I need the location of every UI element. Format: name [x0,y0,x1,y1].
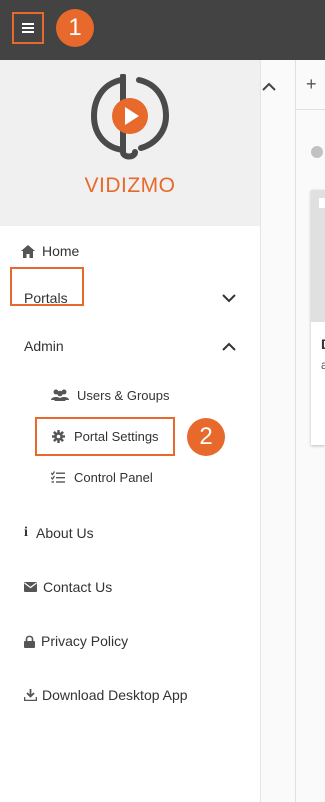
nav-label-home: Home [42,243,80,259]
top-bar: 1 [0,0,325,60]
nav-label-users-groups: Users & Groups [77,387,170,403]
card-checkbox[interactable] [319,198,325,208]
panel-divider [295,60,296,802]
card-subtitle: a [321,358,325,372]
card-thumbnail [311,190,325,322]
envelope-icon [24,582,37,592]
brand-name: VIDIZMO [84,174,176,197]
vidizmo-logo [91,74,169,160]
nav-item-about[interactable]: i About Us [22,524,282,542]
portal-settings-highlight-box [35,417,175,456]
add-button[interactable]: + [306,74,317,95]
logo-area: VIDIZMO [0,60,260,226]
nav-label-privacy: Privacy Policy [41,633,129,649]
nav-label-contact: Contact Us [43,579,113,595]
chevron-down-icon [222,294,236,303]
nav-label-admin: Admin [24,338,64,354]
download-icon [24,689,37,701]
nav-label-about: About Us [36,525,94,541]
step-callout-1: 1 [56,9,94,47]
nav-item-contact[interactable]: Contact Us [24,578,284,596]
nav-item-home[interactable]: Home [20,242,280,260]
card-title: D [321,336,325,352]
chevron-up-icon [222,342,236,351]
collapse-up-icon[interactable] [262,82,276,91]
nav-label-control-panel: Control Panel [74,469,153,485]
checklist-icon [51,471,65,483]
media-card[interactable]: D a [311,190,325,445]
home-icon [20,244,36,258]
nav-label-download: Download Desktop App [42,687,188,703]
nav-item-download[interactable]: Download Desktop App [24,686,284,704]
lock-icon [24,635,35,648]
nav-item-privacy[interactable]: Privacy Policy [24,632,284,650]
toolbar-divider [296,109,325,110]
nav-item-admin[interactable]: Admin [24,337,260,355]
step-callout-2: 2 [187,418,225,456]
users-icon [51,389,69,401]
menu-icon [22,23,34,33]
check-circle-icon[interactable] [311,146,323,158]
info-icon: i [24,525,28,540]
admin-highlight-box [10,267,84,306]
hamburger-menu-button[interactable] [12,12,44,44]
